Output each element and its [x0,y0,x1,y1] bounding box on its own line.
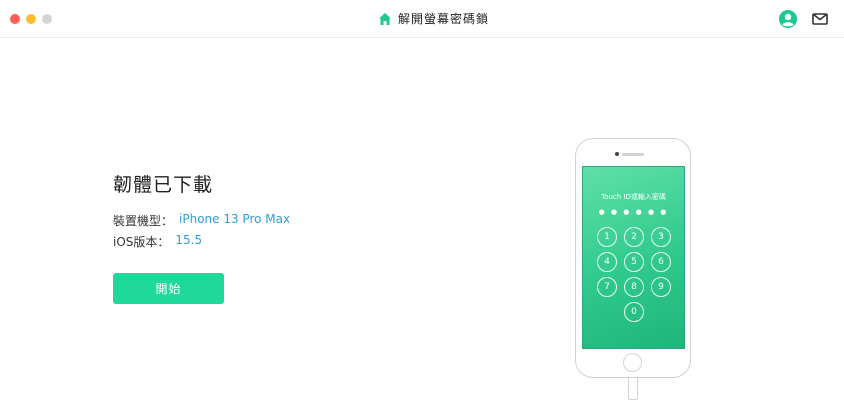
keypad-key: 0 [624,302,644,322]
title-bar: 解開螢幕密碼鎖 [0,0,844,38]
maximize-window-button[interactable] [42,14,52,24]
minimize-window-button[interactable] [26,14,36,24]
passcode-dots: ● ● ● ● ● ● [598,208,669,216]
phone-speaker [622,153,644,156]
keypad-key: 5 [624,252,644,272]
ios-version-label: iOS版本： [113,235,170,249]
device-model-value: iPhone 13 Pro Max [179,212,291,226]
keypad-key: 7 [597,277,617,297]
keypad-key: 2 [624,227,644,247]
user-icon[interactable] [778,9,798,29]
home-button [623,353,642,372]
page-heading: 韌體已下載 [113,174,214,196]
window-title-group: 解開螢幕密碼鎖 [378,10,489,27]
keypad-key: 9 [651,277,671,297]
keypad-key: 4 [597,252,617,272]
home-icon[interactable] [378,12,392,26]
device-model-row: 裝置機型： iPhone 13 Pro Max [113,212,290,229]
front-camera [615,152,619,156]
mail-icon[interactable] [810,9,830,29]
device-model-label: 裝置機型： [113,214,174,228]
ios-version-row: iOS版本： 15.5 [113,233,202,250]
keypad-key: 1 [597,227,617,247]
close-window-button[interactable] [10,14,20,24]
phone-screen: Touch ID或輸入密碼 ● ● ● ● ● ● 1 2 3 4 5 6 7 … [582,166,685,349]
keypad-key: 8 [624,277,644,297]
keypad-key: 3 [651,227,671,247]
lock-screen-title: Touch ID或輸入密碼 [601,193,666,201]
keypad-key: 6 [651,252,671,272]
window-title: 解開螢幕密碼鎖 [398,12,490,26]
ios-version-value: 15.5 [175,233,203,247]
lightning-cable [628,378,638,400]
phone-illustration: Touch ID或輸入密碼 ● ● ● ● ● ● 1 2 3 4 5 6 7 … [575,138,691,378]
start-button[interactable]: 開始 [113,273,224,304]
